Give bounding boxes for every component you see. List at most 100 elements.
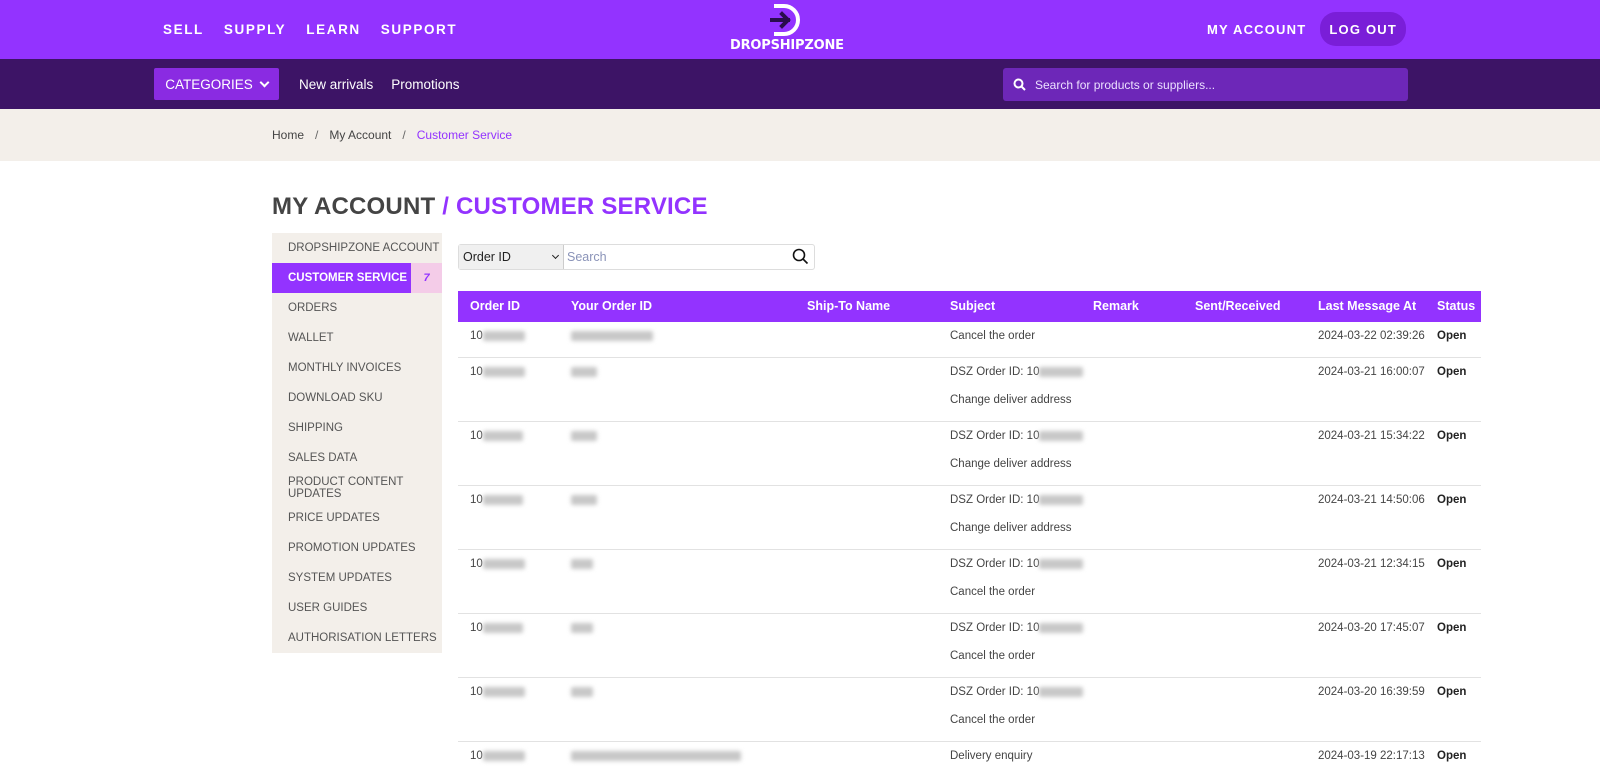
table-header: Order ID Your Order ID Ship-To Name Subj… — [458, 291, 1481, 322]
my-account-link[interactable]: MY ACCOUNT — [1207, 22, 1306, 37]
order-id-cell: 10 — [470, 686, 525, 698]
sidebar-item-label: CUSTOMER SERVICE — [288, 272, 408, 284]
sidebar-item-promotion-updates[interactable]: PROMOTION UPDATES — [272, 533, 442, 563]
order-id-prefix: 10 — [470, 686, 483, 698]
redacted-value — [571, 430, 597, 441]
status-badge: Open — [1437, 622, 1467, 634]
sidebar-item-shipping[interactable]: SHIPPING — [272, 413, 442, 443]
your-order-id-cell — [571, 622, 593, 634]
last-message-cell: 2024-03-22 02:39:26 — [1318, 330, 1425, 342]
order-id-cell: 10 — [470, 750, 525, 762]
sidebar-item-monthly-invoices[interactable]: MONTHLY INVOICES — [272, 353, 442, 383]
order-id-cell: 10 — [470, 494, 523, 506]
subject-detail: Cancel the order — [950, 714, 1036, 726]
your-order-id-cell — [571, 330, 653, 342]
col-ship-to-name[interactable]: Ship-To Name — [807, 299, 890, 313]
breadcrumb-my-account[interactable]: My Account — [329, 128, 391, 142]
sidebar-item-product-content-updates[interactable]: PRODUCT CONTENT UPDATES — [272, 473, 442, 503]
nav-supply[interactable]: SUPPLY — [224, 22, 286, 37]
search-icon[interactable] — [792, 248, 809, 265]
order-id-cell: 10 — [470, 558, 525, 570]
col-order-id[interactable]: Order ID — [470, 299, 520, 313]
col-your-order-id[interactable]: Your Order ID — [571, 299, 652, 313]
account-sidebar: DROPSHIPZONE ACCOUNT CUSTOMER SERVICE 7 … — [272, 233, 442, 653]
redacted-value — [571, 330, 653, 341]
breadcrumb: Home / My Account / Customer Service — [272, 109, 512, 161]
nav-sell[interactable]: SELL — [163, 22, 204, 37]
nav-learn[interactable]: LEARN — [306, 22, 361, 37]
subject-line: DSZ Order ID: 10 — [950, 558, 1040, 570]
col-subject[interactable]: Subject — [950, 299, 995, 313]
last-message-cell: 2024-03-19 22:17:13 — [1318, 750, 1425, 762]
status-badge: Open — [1437, 330, 1467, 342]
table-row[interactable]: 10 DSZ Order ID: 10 Change deliver addre… — [458, 358, 1481, 422]
sidebar-item-orders[interactable]: ORDERS — [272, 293, 442, 323]
account-links: MY ACCOUNT LOG OUT — [1207, 12, 1406, 46]
sidebar-item-authorisation-letters[interactable]: AUTHORISATION LETTERS — [272, 623, 442, 653]
col-last-message-at[interactable]: Last Message At — [1318, 299, 1416, 313]
table-row[interactable]: 10 Delivery enquiry 2024-03-19 22:17:13 … — [458, 742, 1481, 778]
order-id-prefix: 10 — [470, 750, 483, 762]
promotions-link[interactable]: Promotions — [391, 77, 459, 92]
subject-cell: DSZ Order ID: 10 — [950, 430, 1084, 442]
sidebar-item-customer-service[interactable]: CUSTOMER SERVICE 7 — [272, 263, 442, 293]
chevron-down-icon — [259, 77, 270, 87]
redacted-value — [1039, 494, 1084, 505]
col-status[interactable]: Status — [1437, 299, 1475, 313]
top-nav: SELL SUPPLY LEARN SUPPORT — [163, 0, 457, 59]
search-icon[interactable] — [1013, 78, 1026, 91]
breadcrumb-separator: / — [402, 128, 406, 142]
breadcrumb-bar: Home / My Account / Customer Service — [0, 109, 1600, 161]
filter-field-value: Order ID — [463, 250, 511, 264]
brand-logo[interactable]: DROPSHIPZONE — [730, 4, 844, 56]
subject-cell: Delivery enquiry — [950, 750, 1033, 762]
nav-support[interactable]: SUPPORT — [381, 22, 457, 37]
status-badge: Open — [1437, 494, 1467, 506]
table-row[interactable]: 10 DSZ Order ID: 10 Change deliver addre… — [458, 422, 1481, 486]
order-id-prefix: 10 — [470, 622, 483, 634]
subject-cell: Cancel the order — [950, 330, 1036, 342]
redacted-value — [482, 750, 525, 761]
order-id-cell: 10 — [470, 430, 523, 442]
new-arrivals-link[interactable]: New arrivals — [299, 77, 373, 92]
sidebar-item-system-updates[interactable]: SYSTEM UPDATES — [272, 563, 442, 593]
your-order-id-cell — [571, 750, 741, 762]
subject-cell: DSZ Order ID: 10 — [950, 366, 1084, 378]
sidebar-item-download-sku[interactable]: DOWNLOAD SKU — [272, 383, 442, 413]
logout-button[interactable]: LOG OUT — [1320, 12, 1406, 46]
last-message-cell: 2024-03-21 14:50:06 — [1318, 494, 1425, 506]
categories-button[interactable]: CATEGORIES — [154, 68, 279, 100]
table-row[interactable]: 10 DSZ Order ID: 10 Change deliver addre… — [458, 486, 1481, 550]
sidebar-item-dropshipzone-account[interactable]: DROPSHIPZONE ACCOUNT — [272, 233, 442, 263]
order-id-prefix: 10 — [470, 330, 483, 342]
sidebar-item-user-guides[interactable]: USER GUIDES — [272, 593, 442, 623]
table-row[interactable]: 10 DSZ Order ID: 10 Cancel the order 202… — [458, 678, 1481, 742]
logo-mark-icon — [770, 4, 800, 36]
redacted-value — [571, 622, 593, 633]
col-sent-received[interactable]: Sent/Received — [1195, 299, 1280, 313]
table-row[interactable]: 10 DSZ Order ID: 10 Cancel the order 202… — [458, 614, 1481, 678]
order-id-cell: 10 — [470, 366, 525, 378]
filter-search-input[interactable] — [567, 250, 792, 264]
status-badge: Open — [1437, 366, 1467, 378]
table-row[interactable]: 10 Cancel the order 2024-03-22 02:39:26 … — [458, 322, 1481, 358]
breadcrumb-home[interactable]: Home — [272, 128, 304, 142]
subject-detail: Cancel the order — [950, 586, 1036, 598]
redacted-value — [482, 330, 525, 341]
your-order-id-cell — [571, 430, 597, 442]
order-id-prefix: 10 — [470, 430, 483, 442]
your-order-id-cell — [571, 494, 597, 506]
sidebar-item-wallet[interactable]: WALLET — [272, 323, 442, 353]
last-message-cell: 2024-03-21 12:34:15 — [1318, 558, 1425, 570]
filter-field-select[interactable]: Order ID — [459, 245, 564, 269]
sub-links: New arrivals Promotions — [299, 59, 460, 109]
table-row[interactable]: 10 DSZ Order ID: 10 Cancel the order 202… — [458, 550, 1481, 614]
sidebar-item-sales-data[interactable]: SALES DATA — [272, 443, 442, 473]
status-badge: Open — [1437, 430, 1467, 442]
col-remark[interactable]: Remark — [1093, 299, 1139, 313]
redacted-value — [482, 494, 523, 505]
redacted-value — [1039, 686, 1084, 697]
sidebar-item-price-updates[interactable]: PRICE UPDATES — [272, 503, 442, 533]
page-title-section: MY ACCOUNT — [272, 193, 436, 220]
site-search-input[interactable] — [1035, 77, 1395, 92]
